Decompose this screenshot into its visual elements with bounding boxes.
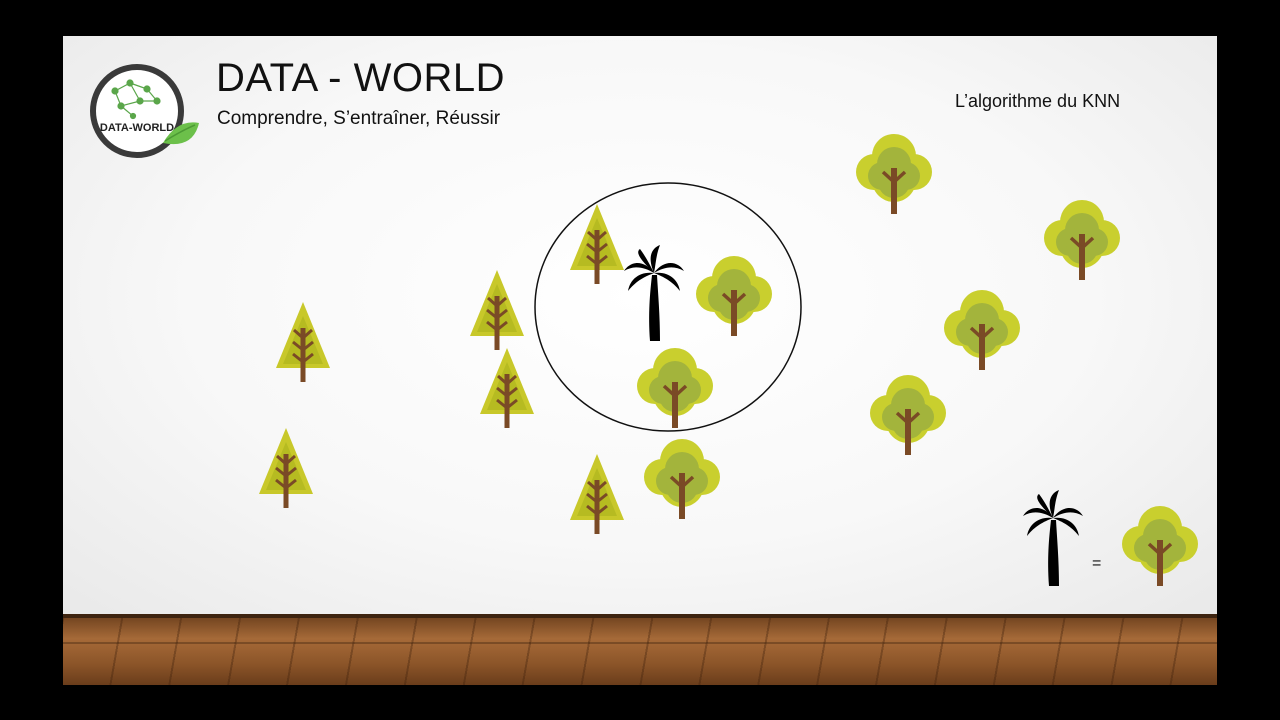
round-tree [635,346,715,430]
round-tree [942,288,1022,372]
pine-tree [468,268,526,352]
palm-tree-icon [1023,490,1083,586]
palm-tree-icon [624,245,684,341]
round-tree [868,373,948,457]
slide: DATA-WORLD DATA - WORLD Comprendre, S’en… [63,36,1217,685]
round-tree [694,254,774,338]
round-tree [1042,198,1122,282]
knn-illustration [257,132,1200,588]
pine-tree [274,300,332,384]
pine-tree [257,426,315,510]
equals-sign: = [1092,555,1102,572]
round-tree [642,437,722,521]
round-tree-icon [1120,504,1200,588]
round-tree [854,132,934,216]
pine-tree [478,346,536,430]
pine-tree [568,452,626,536]
wooden-floor [63,614,1217,685]
